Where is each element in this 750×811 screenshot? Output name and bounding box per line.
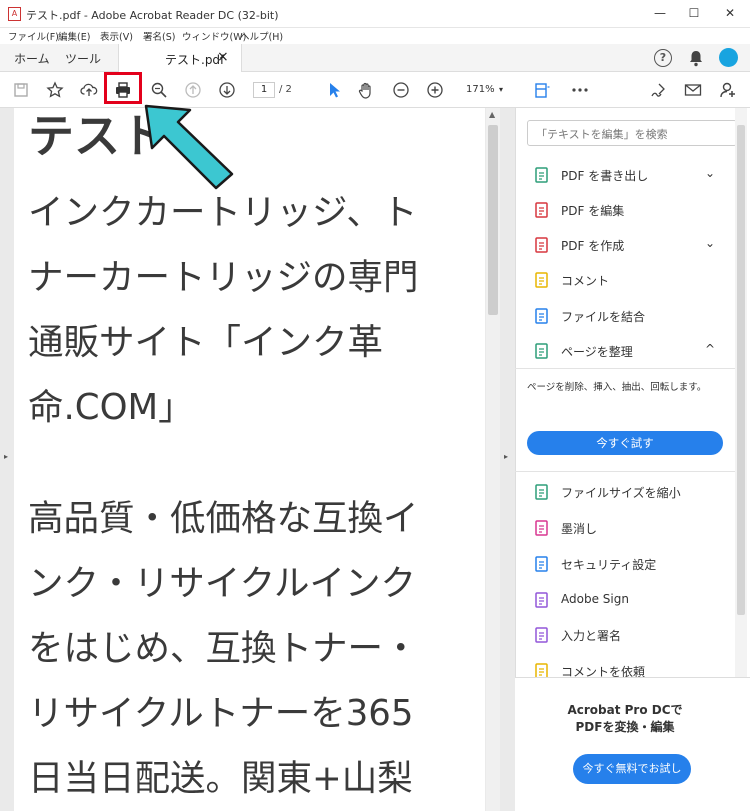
zoom-out-icon[interactable]: [391, 80, 411, 100]
menu-help[interactable]: ヘルプ(H): [240, 29, 283, 43]
chevron-icon[interactable]: ⌄: [705, 166, 715, 180]
adobe-sign-icon: [533, 591, 551, 609]
tool-item[interactable]: ファイルを結合: [533, 305, 733, 329]
minimize-button[interactable]: —: [650, 6, 670, 22]
tab-document[interactable]: テスト.pdf ×: [118, 44, 242, 72]
tools-pane-scrollbar-thumb[interactable]: [737, 125, 745, 615]
menu-file[interactable]: ファイル(F): [8, 29, 59, 43]
tool-label: PDF を書き出し: [561, 169, 649, 183]
chevron-icon[interactable]: ⌄: [705, 236, 715, 250]
notification-bell-icon[interactable]: [688, 49, 704, 71]
right-pane-toggle-icon[interactable]: ▸: [504, 452, 508, 461]
left-pane-toggle-icon[interactable]: ▸: [4, 452, 8, 461]
close-window-button[interactable]: ✕: [720, 6, 740, 22]
prev-page-icon[interactable]: [183, 80, 203, 100]
export-pdf-icon: [533, 166, 551, 184]
organize-description: ページを削除、挿入、抽出、回転します。: [527, 382, 707, 393]
zoom-select[interactable]: 171% ▾: [459, 82, 511, 98]
select-cursor-icon[interactable]: [324, 80, 344, 100]
menu-sign[interactable]: 署名(S): [143, 29, 175, 43]
promo-panel: [515, 677, 750, 811]
maximize-button[interactable]: ☐: [684, 6, 704, 22]
sign-pen-icon[interactable]: [648, 80, 668, 100]
promo-text: Acrobat Pro DCで PDFを変換・編集: [515, 702, 735, 736]
tool-item[interactable]: 入力と署名: [533, 624, 733, 648]
document-tab-label: テスト.pdf: [165, 53, 225, 67]
help-icon[interactable]: ?: [654, 49, 672, 67]
tool-label: 入力と署名: [561, 629, 622, 643]
divider: [515, 471, 735, 472]
tool-label: PDF を作成: [561, 239, 625, 253]
save-icon[interactable]: [11, 80, 31, 100]
tool-item[interactable]: PDF を編集: [533, 199, 733, 223]
fill-sign-icon: [533, 626, 551, 644]
promo-line-2: PDFを変換・編集: [575, 720, 675, 734]
tool-item[interactable]: Adobe Sign: [533, 589, 733, 613]
menu-edit[interactable]: 編集(E): [58, 29, 90, 43]
tool-label: ページを整理: [561, 345, 633, 359]
chevron-down-icon: ▾: [499, 85, 504, 94]
tool-item[interactable]: コメント: [533, 269, 733, 293]
document-paragraph-1: インクカートリッジ、ト ナーカートリッジの専門 通販サイト「インク革 命.COM…: [28, 192, 419, 428]
zoom-in-icon[interactable]: [425, 80, 445, 100]
organize-pages-icon: [533, 342, 551, 360]
menu-window[interactable]: ウィンドウ(W): [182, 29, 246, 43]
compress-icon: [533, 483, 551, 501]
window-title: テスト.pdf - Adobe Acrobat Reader DC (32-bi…: [26, 9, 279, 22]
title-bar: A テスト.pdf - Adobe Acrobat Reader DC (32-…: [0, 0, 750, 28]
protect-icon: [533, 555, 551, 573]
menu-view[interactable]: 表示(V): [100, 29, 133, 43]
divider: [515, 368, 735, 369]
pdf-page: テスト インクカートリッジ、ト ナーカートリッジの専門 通販サイト「インク革 命…: [14, 108, 485, 811]
tool-label: PDF を編集: [561, 204, 625, 218]
tab-bar: ホーム ツール テスト.pdf × ?: [0, 44, 750, 72]
hand-tool-icon[interactable]: [356, 80, 376, 100]
tab-home[interactable]: ホーム: [14, 50, 50, 67]
scroll-up-arrow-icon[interactable]: ▲: [489, 110, 495, 119]
pdf-icon: A: [8, 7, 21, 21]
tool-label: コメント: [561, 274, 610, 288]
cloud-upload-icon[interactable]: [79, 80, 99, 100]
more-tools-icon[interactable]: [570, 80, 590, 100]
edit-pdf-icon: [533, 201, 551, 219]
print-highlight-box: [104, 72, 142, 104]
page-number-input[interactable]: 1: [253, 82, 275, 98]
tool-item[interactable]: PDF を作成 ⌄: [533, 234, 733, 258]
tool-item[interactable]: 墨消し: [533, 517, 733, 541]
tool-item[interactable]: セキュリティ設定: [533, 553, 733, 577]
redact-icon: [533, 519, 551, 537]
zoom-search-icon[interactable]: [149, 80, 169, 100]
tool-label: Adobe Sign: [561, 592, 629, 606]
zoom-value: 171%: [466, 84, 495, 95]
tools-search-input[interactable]: 「テキストを編集」を検索: [527, 120, 737, 146]
try-now-button[interactable]: 今すぐ試す: [527, 431, 723, 455]
document-scrollbar-thumb[interactable]: [488, 125, 498, 315]
pointer-arrow-icon: [144, 104, 234, 190]
chevron-icon[interactable]: ^: [705, 342, 715, 356]
fit-page-icon[interactable]: [532, 80, 552, 100]
tool-item[interactable]: PDF を書き出し ⌄: [533, 164, 733, 188]
mail-icon[interactable]: [683, 80, 703, 100]
create-pdf-icon: [533, 236, 551, 254]
tool-label: セキュリティ設定: [561, 558, 657, 572]
close-tab-icon[interactable]: ×: [217, 49, 229, 65]
page-total: / 2: [279, 84, 292, 95]
tab-tools[interactable]: ツール: [65, 50, 101, 67]
promo-line-1: Acrobat Pro DCで: [567, 703, 683, 717]
tool-item[interactable]: ページを整理 ^: [533, 340, 733, 364]
free-trial-button[interactable]: 今すぐ無料でお試し: [573, 754, 691, 784]
bookmark-star-icon[interactable]: [45, 80, 65, 100]
next-page-icon[interactable]: [217, 80, 237, 100]
comment-icon: [533, 271, 551, 289]
document-paragraph-2: 高品質・低価格な互換イ ンク・リサイクルインク をはじめ、互換トナー・ リサイク…: [28, 498, 419, 799]
avatar[interactable]: [719, 48, 738, 67]
tool-label: ファイルを結合: [561, 310, 646, 324]
combine-files-icon: [533, 307, 551, 325]
add-user-icon[interactable]: [718, 80, 738, 100]
tool-label: 墨消し: [561, 522, 598, 536]
tool-item[interactable]: ファイルサイズを縮小: [533, 481, 733, 505]
tool-label: ファイルサイズを縮小: [561, 486, 681, 500]
menu-bar: ファイル(F) 編集(E) 表示(V) 署名(S) ウィンドウ(W) ヘルプ(H…: [0, 28, 750, 44]
